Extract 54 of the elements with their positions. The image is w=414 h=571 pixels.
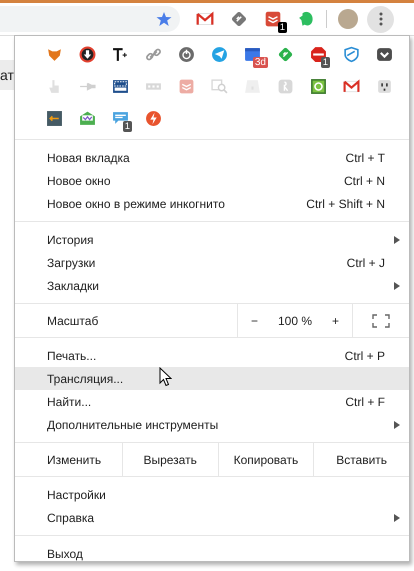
zoom-out-button[interactable]: − [244, 312, 264, 330]
link-icon[interactable] [145, 46, 162, 62]
news-icon[interactable] [112, 78, 129, 94]
menu-item[interactable]: Выход [15, 542, 409, 565]
zoom-value: 100 % [278, 314, 312, 328]
menu-button[interactable] [367, 6, 394, 32]
mail-check-icon[interactable] [79, 110, 96, 126]
chevron-icon[interactable] [376, 46, 393, 62]
fullscreen-icon[interactable] [372, 314, 390, 328]
pointer-icon [159, 367, 172, 387]
bolt-icon[interactable] [145, 110, 162, 126]
badge: 1 [320, 57, 330, 68]
shortcut-label: Ctrl + F [345, 394, 385, 408]
menu-item[interactable]: Печать... Ctrl + P [15, 344, 409, 367]
menu-item[interactable]: Закладки [15, 274, 409, 297]
menu-item[interactable]: Загрузки Ctrl + J [15, 251, 409, 274]
mail-icon[interactable] [196, 10, 214, 28]
edit-button[interactable]: Вставить [313, 443, 409, 476]
more-icon [378, 12, 382, 26]
edit-label: Изменить [47, 452, 102, 466]
text-plus-icon[interactable] [112, 46, 129, 62]
avatar[interactable] [338, 9, 358, 29]
paper-plane-icon[interactable] [211, 46, 228, 62]
badge: 3d [252, 57, 268, 68]
menu-item[interactable]: История [15, 228, 409, 251]
edit-button[interactable]: Копировать [218, 443, 314, 476]
zoom-in-button[interactable]: + [326, 312, 345, 330]
zoom-label: Масштаб [47, 314, 98, 328]
badge: 1 [122, 121, 132, 132]
refresh-icon[interactable] [310, 78, 327, 94]
menu-item[interactable]: Справка [15, 506, 409, 529]
plug-icon[interactable] [376, 78, 393, 94]
power-icon[interactable] [178, 46, 195, 62]
menu-item[interactable]: Новая вкладка Ctrl + T [15, 146, 409, 169]
menu-item[interactable]: Трансляция... [15, 367, 409, 390]
star-icon[interactable] [156, 11, 172, 27]
layers-icon[interactable] [264, 10, 282, 28]
menu-item[interactable]: Настройки [15, 483, 409, 506]
shortcut-label: Ctrl + P [344, 348, 385, 362]
page-text: ат [0, 67, 14, 83]
menu-item[interactable]: Новое окно в режиме инкогнито Ctrl + Shift + N [15, 192, 409, 215]
menu-item[interactable]: Дополнительные инструменты [15, 413, 409, 436]
mail-icon[interactable] [343, 78, 360, 94]
shield-icon[interactable] [343, 46, 360, 62]
menu-item[interactable]: Новое окно Ctrl + N [15, 169, 409, 192]
shortcut-label: Ctrl + J [346, 256, 385, 270]
shortcut-label: Ctrl + T [346, 150, 385, 164]
shortcut-label: Ctrl + Shift + N [306, 196, 385, 210]
edit-button[interactable]: Вырезать [122, 443, 218, 476]
exit-icon[interactable] [46, 110, 63, 126]
menu-item[interactable]: Найти... Ctrl + F [15, 390, 409, 413]
shortcut-label: Ctrl + N [344, 174, 385, 188]
download-icon[interactable] [79, 46, 96, 62]
badge: 1 [278, 22, 287, 33]
